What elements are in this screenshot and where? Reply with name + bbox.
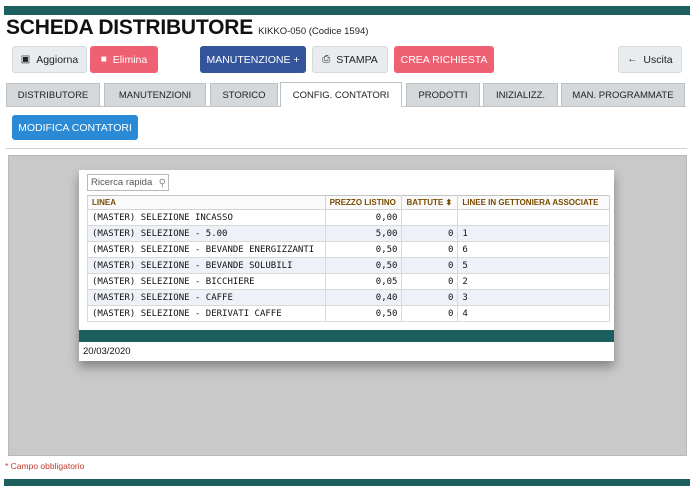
cell-linee: 6 — [457, 241, 610, 258]
page-title: SCHEDA DISTRIBUTORE — [6, 16, 254, 39]
tab-label: CONFIG. CONTATORI — [292, 89, 390, 101]
tab-distributore[interactable]: DISTRIBUTORE — [6, 83, 100, 106]
cell-battute: 0 — [401, 273, 459, 290]
tab-config-contatori[interactable]: CONFIG. CONTATORI — [280, 82, 402, 107]
quick-search-input[interactable]: Ricerca rapida ⚲ — [87, 174, 169, 191]
cell-prezzo: 5,00 — [324, 225, 403, 242]
delete-button-label: Elimina — [112, 53, 148, 66]
tab-inizializz[interactable]: INIZIALIZZ. — [483, 83, 558, 106]
counters-table: LINEA PREZZO LISTINO BATTUTE ⬍ LINEE IN … — [87, 195, 610, 322]
cell-battute: 0 — [401, 257, 459, 274]
print-button[interactable]: ⎙ STAMPA — [312, 46, 388, 73]
table-date: 20/03/2020 — [83, 346, 131, 357]
tab-label: PRODOTTI — [418, 89, 468, 101]
table-row[interactable]: (MASTER) SELEZIONE - DERIVATI CAFFE 0,50… — [87, 305, 610, 322]
cell-linee: 1 — [457, 225, 610, 242]
save-disk-icon: ▣ — [20, 53, 31, 65]
tab-label: STORICO — [222, 89, 266, 101]
table-row[interactable]: (MASTER) SELEZIONE - BEVANDE ENERGIZZANT… — [87, 241, 610, 258]
tab-prodotti[interactable]: PRODOTTI — [406, 83, 480, 106]
table-row[interactable]: (MASTER) SELEZIONE - 5.00 5,00 0 1 — [87, 225, 610, 242]
table-row[interactable]: (MASTER) SELEZIONE - BICCHIERE 0,05 0 2 — [87, 273, 610, 290]
tab-label: MANUTENZIONI — [118, 89, 192, 101]
page-subtitle: KIKKO-050 (Codice 1594) — [258, 26, 369, 37]
cell-prezzo: 0,00 — [324, 209, 403, 226]
table-footer-bar — [79, 330, 614, 342]
column-header-battute-label: BATTUTE — [406, 198, 444, 207]
tab-manutenzioni[interactable]: MANUTENZIONI — [104, 83, 206, 106]
cell-linee: 2 — [457, 273, 610, 290]
tab-bar: DISTRIBUTORE MANUTENZIONI STORICO CONFIG… — [6, 82, 686, 107]
search-icon: ⚲ — [158, 178, 166, 189]
arrow-left-icon: ← — [627, 53, 638, 65]
cell-linea: (MASTER) SELEZIONE - BEVANDE ENERGIZZANT… — [87, 241, 326, 258]
quick-search-placeholder: Ricerca rapida — [91, 177, 153, 188]
sort-icon: ⬍ — [445, 198, 453, 207]
cell-linee: 5 — [457, 257, 610, 274]
cell-linea: (MASTER) SELEZIONE - 5.00 — [87, 225, 326, 242]
divider — [6, 148, 687, 149]
edit-counters-button-label: MODIFICA CONTATORI — [18, 121, 132, 134]
tab-storico[interactable]: STORICO — [210, 83, 278, 106]
tab-label: INIZIALIZZ. — [495, 89, 546, 101]
bottom-accent-bar — [4, 479, 690, 486]
create-request-button[interactable]: CREA RICHIESTA — [394, 46, 494, 73]
top-accent-bar — [4, 6, 690, 15]
cell-prezzo: 0,50 — [324, 305, 403, 322]
cell-battute: 0 — [401, 225, 459, 242]
trash-icon: ■ — [100, 53, 107, 65]
page-header: SCHEDA DISTRIBUTORE KIKKO-050 (Codice 15… — [6, 16, 368, 40]
tab-label: DISTRIBUTORE — [17, 89, 89, 101]
cell-prezzo: 0,50 — [324, 241, 403, 258]
tab-label: MAN. PROGRAMMATE — [572, 89, 674, 101]
cell-battute: 0 — [401, 241, 459, 258]
cell-linea: (MASTER) SELEZIONE - CAFFE — [87, 289, 326, 306]
cell-linee: 4 — [457, 305, 610, 322]
column-header-prezzo-listino[interactable]: PREZZO LISTINO — [324, 195, 403, 210]
table-header-row: LINEA PREZZO LISTINO BATTUTE ⬍ LINEE IN … — [87, 195, 610, 210]
cell-prezzo: 0,05 — [324, 273, 403, 290]
printer-icon: ⎙ — [322, 53, 331, 65]
delete-button[interactable]: ■ Elimina — [90, 46, 158, 73]
cell-prezzo: 0,50 — [324, 257, 403, 274]
refresh-button[interactable]: ▣ Aggiorna — [12, 46, 87, 73]
cell-prezzo: 0,40 — [324, 289, 403, 306]
print-button-label: STAMPA — [336, 53, 378, 66]
exit-button[interactable]: ← Uscita — [618, 46, 682, 73]
table-row[interactable]: (MASTER) SELEZIONE INCASSO 0,00 — [87, 209, 610, 226]
cell-linea: (MASTER) SELEZIONE - DERIVATI CAFFE — [87, 305, 326, 322]
column-header-linee-gettoniera[interactable]: LINEE IN GETTONIERA ASSOCIATE — [457, 195, 610, 210]
table-row[interactable]: (MASTER) SELEZIONE - BEVANDE SOLUBILI 0,… — [87, 257, 610, 274]
cell-battute — [401, 209, 459, 226]
cell-battute: 0 — [401, 289, 459, 306]
cell-linea: (MASTER) SELEZIONE - BEVANDE SOLUBILI — [87, 257, 326, 274]
counters-panel: Ricerca rapida ⚲ LINEA PREZZO LISTINO BA… — [79, 170, 614, 361]
cell-linea: (MASTER) SELEZIONE - BICCHIERE — [87, 273, 326, 290]
column-header-battute[interactable]: BATTUTE ⬍ — [401, 195, 459, 210]
required-field-note: * Campo obbligatorio — [5, 461, 85, 471]
cell-linee: 3 — [457, 289, 610, 306]
refresh-button-label: Aggiorna — [36, 53, 79, 66]
exit-button-label: Uscita — [643, 53, 673, 66]
column-header-linea[interactable]: LINEA — [87, 195, 326, 210]
maintenance-add-button[interactable]: MANUTENZIONE + — [200, 46, 306, 73]
cell-linea: (MASTER) SELEZIONE INCASSO — [87, 209, 326, 226]
cell-battute: 0 — [401, 305, 459, 322]
tab-man-programmate[interactable]: MAN. PROGRAMMATE — [561, 83, 685, 106]
table-row[interactable]: (MASTER) SELEZIONE - CAFFE 0,40 0 3 — [87, 289, 610, 306]
edit-counters-button[interactable]: MODIFICA CONTATORI — [12, 115, 138, 140]
cell-linee — [457, 209, 610, 226]
create-request-button-label: CREA RICHIESTA — [400, 53, 488, 66]
maintenance-add-button-label: MANUTENZIONE + — [206, 53, 300, 66]
